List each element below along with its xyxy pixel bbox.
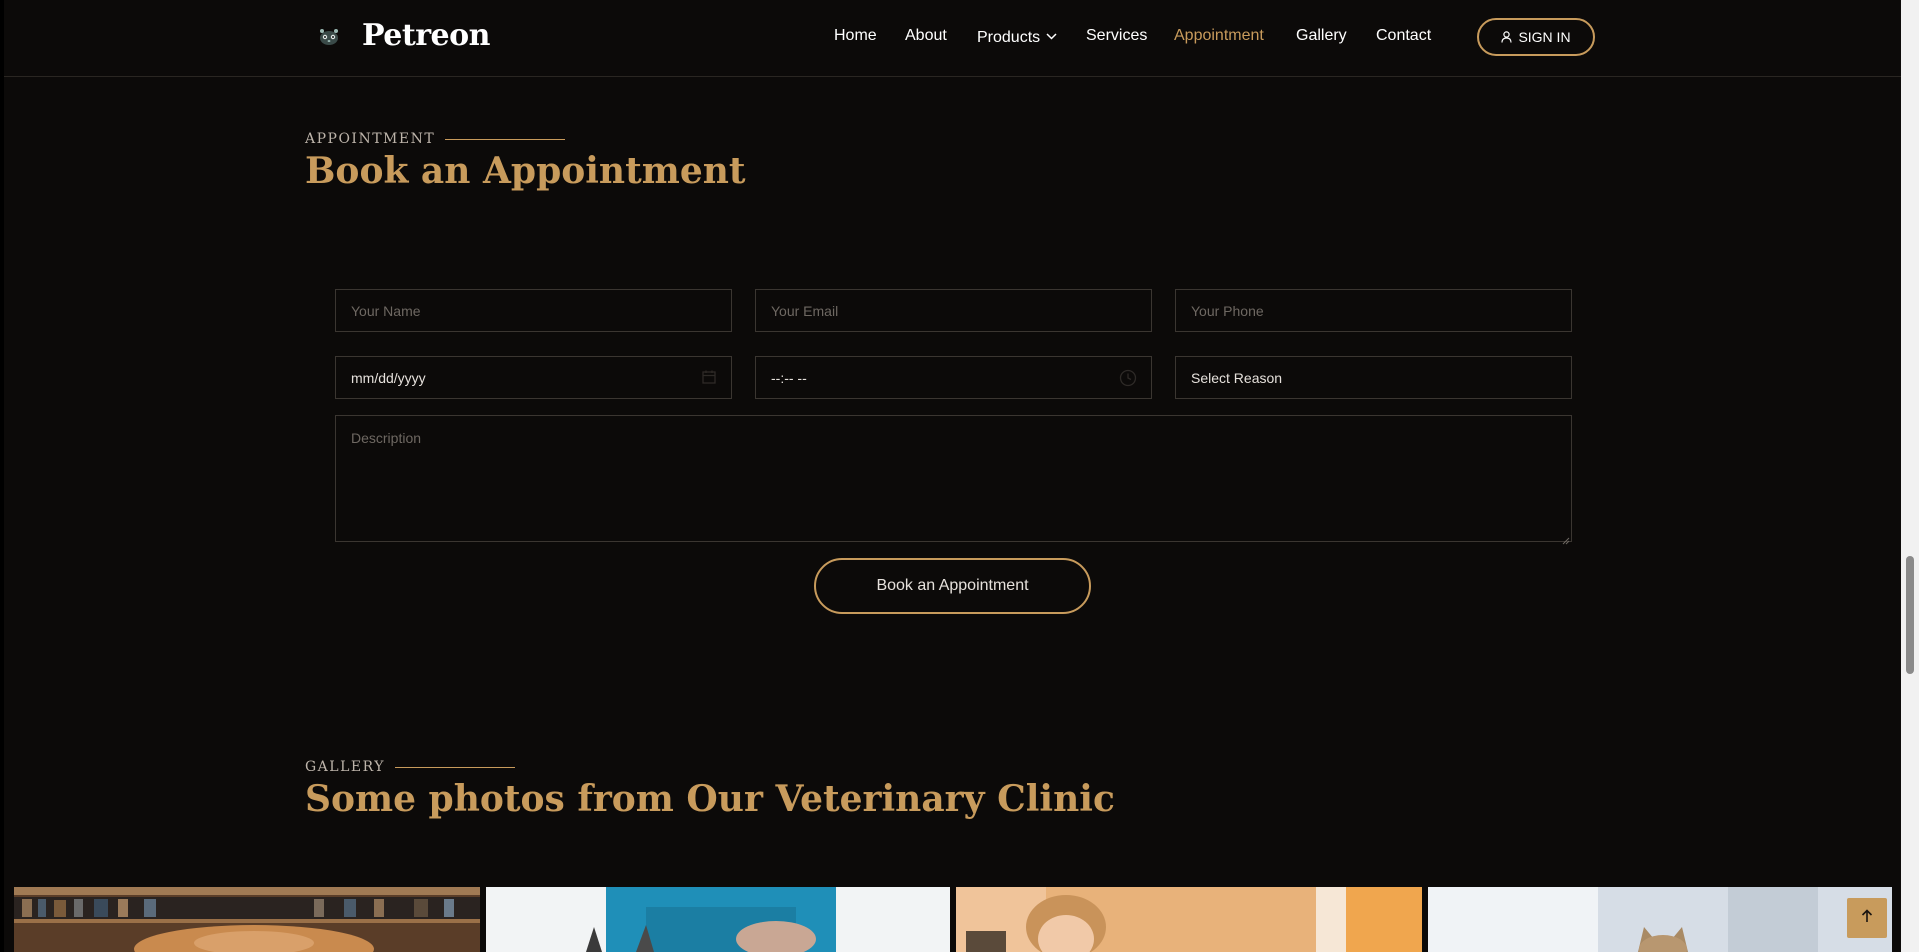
time-field[interactable]: --:-- --	[755, 356, 1152, 399]
phone-field[interactable]	[1175, 289, 1572, 332]
scrollbar-thumb[interactable]	[1906, 556, 1914, 674]
description-field[interactable]	[335, 415, 1572, 542]
nav-about[interactable]: About	[905, 27, 947, 45]
nav-gallery[interactable]: Gallery	[1296, 27, 1347, 45]
arrow-up-icon	[1861, 908, 1873, 928]
gallery-title: Some photos from Our Veterinary Clinic	[305, 778, 1115, 820]
nav-home[interactable]: Home	[834, 27, 877, 45]
reason-select-value: Select Reason	[1191, 369, 1283, 386]
gallery-eyebrow-text: GALLERY	[305, 759, 385, 775]
gallery-photo-dog-exam[interactable]	[486, 887, 950, 952]
eyebrow-divider	[394, 766, 515, 768]
gallery-eyebrow: GALLERY	[305, 759, 515, 775]
gallery-photo-cat-clinic[interactable]	[1428, 887, 1892, 952]
email-field[interactable]	[755, 289, 1152, 332]
date-field-value: mm/dd/yyyy	[351, 369, 426, 386]
main-nav: Home About Products Services Appointment…	[4, 27, 1901, 49]
appointment-eyebrow: APPOINTMENT	[305, 131, 566, 147]
nav-products[interactable]: Products	[977, 27, 1057, 47]
sign-in-button[interactable]: SIGN IN	[1477, 18, 1595, 56]
page-viewport: Petreon Home About Products Services App…	[4, 0, 1901, 952]
reason-select[interactable]: Select Reason	[1175, 356, 1572, 399]
chevron-down-icon	[1046, 27, 1057, 45]
page-scrollbar[interactable]	[1901, 0, 1919, 952]
nav-contact[interactable]: Contact	[1376, 27, 1431, 45]
appointment-eyebrow-text: APPOINTMENT	[305, 131, 436, 147]
date-field[interactable]: mm/dd/yyyy	[335, 356, 732, 399]
user-icon	[1501, 31, 1513, 43]
time-field-value: --:-- --	[771, 369, 807, 386]
resize-grip-icon[interactable]	[1562, 532, 1570, 550]
clock-icon[interactable]	[1119, 369, 1137, 390]
calendar-icon[interactable]	[701, 369, 717, 388]
name-field[interactable]	[335, 289, 732, 332]
gallery-photo-cat-library[interactable]	[14, 887, 480, 952]
appointment-title: Book an Appointment	[305, 150, 746, 192]
nav-products-label: Products	[977, 29, 1041, 46]
eyebrow-divider	[445, 138, 566, 140]
book-appointment-button[interactable]: Book an Appointment	[814, 558, 1091, 614]
gallery-grid	[14, 887, 1892, 952]
sign-in-label: SIGN IN	[1518, 29, 1571, 45]
nav-appointment[interactable]: Appointment	[1174, 27, 1264, 45]
scroll-to-top-button[interactable]	[1847, 898, 1887, 938]
nav-services[interactable]: Services	[1086, 27, 1147, 45]
site-header: Petreon Home About Products Services App…	[4, 0, 1901, 77]
gallery-photo-vet-woman[interactable]	[956, 887, 1422, 952]
